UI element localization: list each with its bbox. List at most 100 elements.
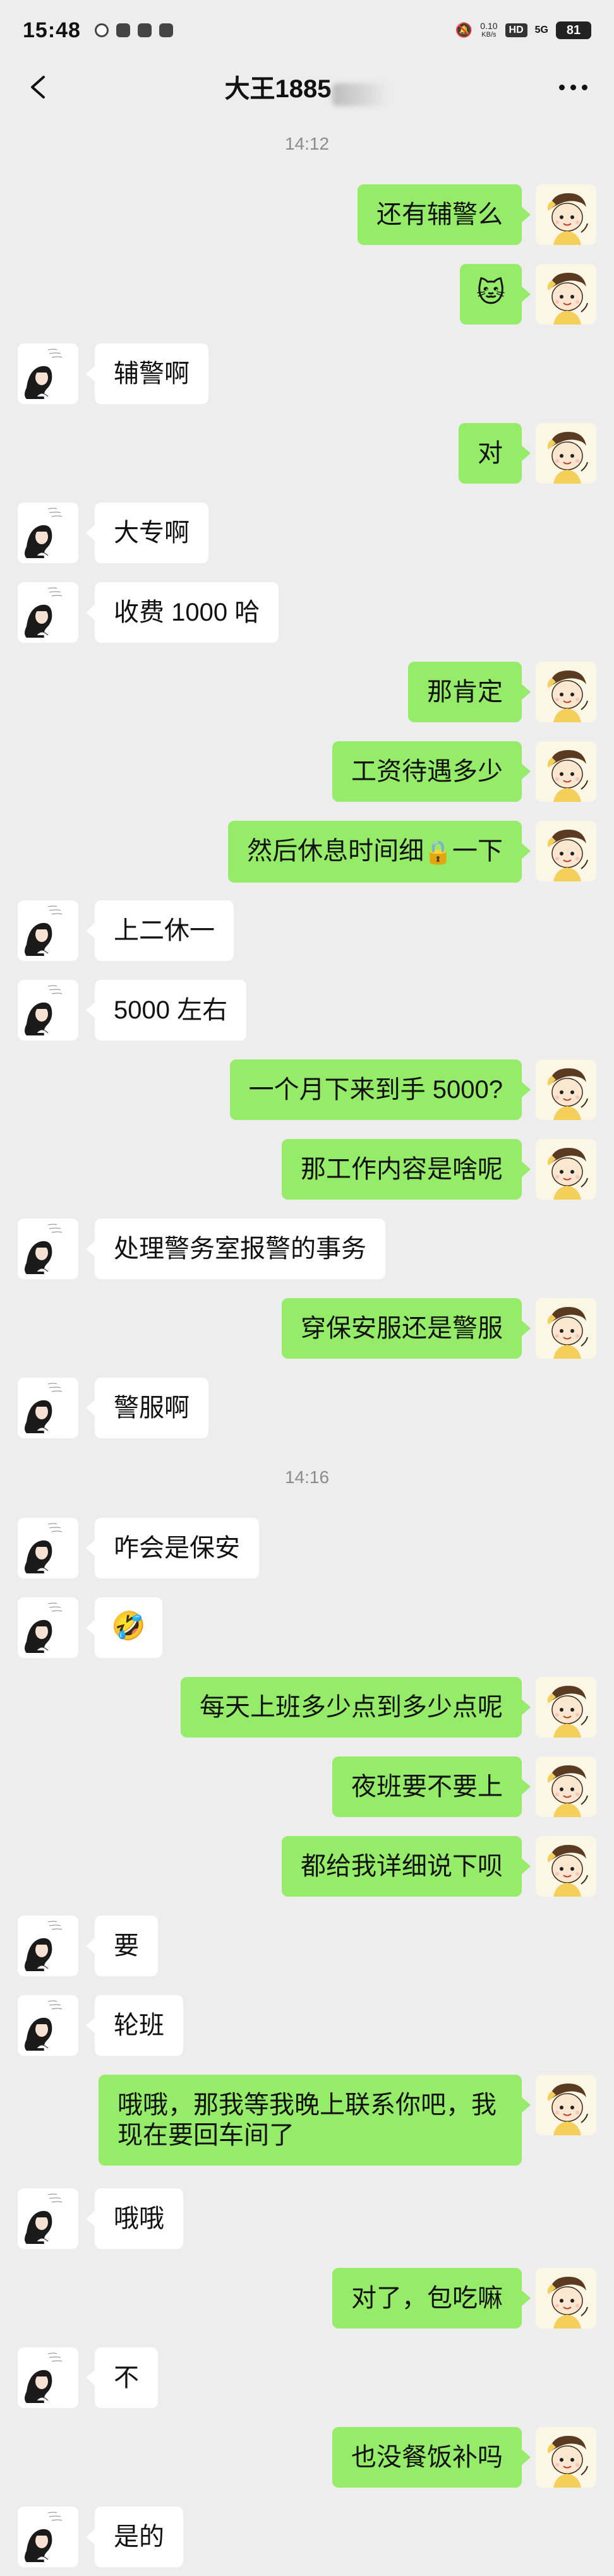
message-text: 处理警务室报警的事务 (114, 1235, 366, 1263)
contact-avatar[interactable] (18, 2347, 78, 2408)
my-avatar[interactable] (536, 1298, 596, 1359)
message-text: 夜班要不要上 (351, 1773, 503, 1801)
message-bubble[interactable]: 辅警啊 (86, 343, 208, 404)
contact-avatar[interactable] (18, 1518, 78, 1578)
sent-message-row: 那工作内容是啥呢 (0, 1129, 614, 1208)
sketch-girl-avatar-icon (18, 343, 78, 404)
sent-message-row: 穿保安服还是警服 (0, 1288, 614, 1368)
message-bubble[interactable]: 也没餐饭补吗 (332, 2427, 531, 2488)
contact-avatar[interactable] (18, 503, 78, 563)
sent-message-row: 对 (0, 413, 614, 492)
message-bubble[interactable]: 对 (459, 423, 531, 484)
more-button[interactable] (551, 68, 595, 106)
cartoon-boy-avatar-icon (536, 423, 596, 484)
message-text: 不 (114, 2364, 139, 2392)
message-bubble[interactable]: 一个月下来到手 5000? (229, 1059, 531, 1120)
message-bubble[interactable]: 大专啊 (86, 503, 208, 563)
contact-avatar[interactable] (18, 582, 78, 643)
sketch-girl-avatar-icon (18, 900, 78, 961)
message-bubble[interactable]: 轮班 (86, 1995, 183, 2056)
message-bubble[interactable]: 对了，包吃嘛 (332, 2268, 531, 2329)
message-bubble[interactable]: 穿保安服还是警服 (282, 1298, 531, 1359)
sent-message-row: 工资待遇多少 (0, 731, 614, 811)
blurred-contact-name (332, 83, 390, 106)
contact-avatar[interactable] (18, 2188, 78, 2249)
contact-avatar[interactable] (18, 1597, 78, 1658)
my-avatar[interactable] (536, 1139, 596, 1200)
my-avatar[interactable] (536, 821, 596, 881)
more-dot (570, 84, 576, 90)
message-bubble[interactable]: 处理警务室报警的事务 (86, 1219, 385, 1279)
message-list[interactable]: 14:12 还有辅警么 🐱 辅警啊对大专啊 收费 1000 哈那肯定 工资待遇多少 然后休息… (0, 114, 614, 2576)
cartoon-boy-avatar-icon (536, 1139, 596, 1200)
message-bubble[interactable]: 警服啊 (86, 1378, 208, 1438)
my-avatar[interactable] (536, 1836, 596, 1897)
my-avatar[interactable] (536, 2075, 596, 2135)
my-avatar[interactable] (536, 1677, 596, 1738)
signal-5g: 5G (534, 25, 548, 35)
chat-title: 大王1885 (224, 75, 332, 104)
sent-message-row: 对了，包吃嘛 (0, 2258, 614, 2337)
sketch-girl-avatar-icon (18, 1995, 78, 2056)
contact-avatar[interactable] (18, 2507, 78, 2567)
my-avatar[interactable] (536, 2427, 596, 2488)
mute-icon: 🔕 (455, 22, 473, 38)
video-notification-icon (159, 23, 173, 37)
cartoon-boy-avatar-icon (536, 2075, 596, 2135)
status-bar: 15:48 🔕 0.10 KB/s HD 5G 81 (0, 0, 614, 61)
message-bubble[interactable]: 收费 1000 哈 (85, 582, 279, 643)
contact-avatar[interactable] (18, 1916, 78, 1976)
contact-avatar[interactable] (18, 1995, 78, 2056)
message-bubble[interactable]: 咋会是保安 (86, 1518, 259, 1578)
back-button[interactable] (19, 68, 57, 106)
contact-avatar[interactable] (18, 900, 78, 961)
message-bubble[interactable]: 是的 (86, 2507, 183, 2567)
received-message-row: 🤣 (0, 1587, 614, 1667)
message-bubble[interactable]: 每天上班多少点到多少点呢 (181, 1677, 531, 1738)
message-bubble[interactable]: 5000 左右 (85, 980, 247, 1041)
message-bubble[interactable]: 夜班要不要上 (332, 1756, 531, 1817)
message-bubble[interactable]: 那工作内容是啥呢 (282, 1139, 531, 1200)
my-avatar[interactable] (536, 264, 596, 325)
app-notification-icon (116, 23, 130, 37)
message-bubble[interactable]: 哦哦 (86, 2188, 183, 2249)
message-bubble[interactable]: 不 (86, 2347, 158, 2408)
my-avatar[interactable] (536, 662, 596, 722)
message-text: 轮班 (114, 2012, 164, 2039)
contact-avatar[interactable] (18, 980, 78, 1041)
contact-avatar[interactable] (18, 1378, 78, 1438)
my-avatar[interactable] (536, 184, 596, 245)
sketch-girl-avatar-icon (18, 980, 78, 1041)
message-bubble[interactable]: 还有辅警么 (358, 184, 531, 245)
cartoon-boy-avatar-icon (536, 1677, 596, 1738)
contact-avatar[interactable] (18, 1219, 78, 1279)
timestamp: 14:16 (284, 1467, 330, 1487)
status-notification-icons (94, 23, 173, 37)
message-bubble[interactable]: 哦哦，那我等我晚上联系你吧，我现在要回车间了 (99, 2075, 531, 2166)
contact-avatar[interactable] (18, 343, 78, 404)
cartoon-boy-avatar-icon (536, 1756, 596, 1817)
my-avatar[interactable] (536, 423, 596, 484)
message-bubble[interactable]: 都给我详细说下呗 (282, 1836, 531, 1897)
sent-message-row: 每天上班多少点到多少点呢 (0, 1667, 614, 1746)
network-speed-value: 0.10 (480, 21, 498, 31)
message-text: 收费 1000 哈 (114, 599, 260, 626)
my-avatar[interactable] (536, 1059, 596, 1120)
message-bubble[interactable]: 那肯定 (408, 662, 531, 722)
message-bubble[interactable]: 上二休一 (86, 900, 234, 961)
sent-message-row: 都给我详细说下呗 (0, 1826, 614, 1905)
message-bubble[interactable]: 工资待遇多少 (332, 741, 531, 802)
battery-indicator: 81 (556, 21, 591, 39)
emoji-message-bubble[interactable]: 🤣 (86, 1597, 162, 1658)
message-bubble[interactable]: 要 (86, 1916, 158, 1976)
my-avatar[interactable] (536, 2268, 596, 2329)
message-bubble[interactable]: 然后休息时间细🔒一下 (228, 821, 531, 883)
received-message-row: 不 (0, 2337, 614, 2417)
my-avatar[interactable] (536, 1756, 596, 1817)
my-avatar[interactable] (536, 741, 596, 802)
sketch-girl-avatar-icon (18, 582, 78, 643)
emoji-message-bubble[interactable]: 🐱 (460, 264, 531, 325)
received-message-row: 要 (0, 1905, 614, 1985)
chat-title-wrap: 大王1885 (225, 68, 390, 106)
received-message-row: 收费 1000 哈 (0, 572, 614, 652)
